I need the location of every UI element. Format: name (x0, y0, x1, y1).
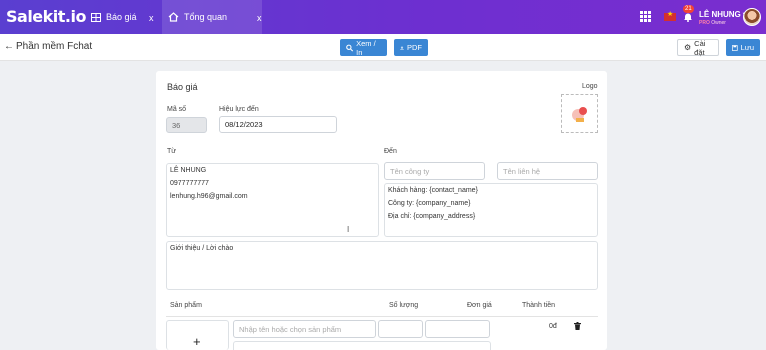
logo-upload[interactable] (561, 94, 598, 133)
quantity-input[interactable] (378, 320, 423, 338)
to-company-line: Công ty: {company_name} (388, 200, 471, 207)
top-navbar: Salekit.io Báo giá x Tổng quan x 21 LÊ N… (0, 0, 766, 34)
add-product-image-button[interactable]: + (166, 320, 229, 350)
save-button[interactable]: Lưu (726, 39, 760, 56)
gear-icon: ⚙ (684, 43, 692, 52)
tab-quote-close-icon[interactable]: x (149, 13, 154, 23)
bell-icon[interactable] (683, 12, 693, 22)
tab-quote-label: Báo giá (106, 12, 137, 22)
brand-logo[interactable]: Salekit.io (6, 7, 86, 26)
plus-icon: + (193, 334, 201, 349)
company-name-input[interactable]: Tên công ty (384, 162, 485, 180)
valid-until-label: Hiệu lực đến (219, 106, 259, 113)
table-icon (90, 12, 101, 23)
back-arrow-icon[interactable]: ← (4, 41, 14, 52)
table-divider (166, 316, 598, 317)
unit-price-input[interactable] (425, 320, 490, 338)
from-email: lenhung.h96@gmail.com (170, 193, 248, 200)
tab-overview-close-icon[interactable]: x (257, 13, 262, 23)
col-quantity: Số lượng (389, 302, 419, 309)
page-title: Phần mềm Fchat (16, 41, 93, 52)
valid-until-input[interactable]: 08/12/2023 (219, 116, 337, 133)
save-icon (732, 44, 738, 51)
search-icon (346, 44, 354, 51)
user-role: PRO Owner (699, 20, 726, 26)
code-field: 36 (166, 117, 207, 133)
apps-grid-icon[interactable] (640, 11, 651, 22)
from-phone: 0977777777 (170, 180, 209, 187)
intro-text: Giới thiệu / Lời chào (170, 245, 234, 252)
tab-overview-label: Tổng quan (184, 12, 228, 22)
pdf-button[interactable]: PDF (394, 39, 428, 56)
logo-image-icon (572, 107, 587, 122)
from-label: Từ (167, 148, 176, 155)
doc-heading: Báo giá (167, 82, 198, 92)
col-total: Thành tiền (522, 302, 556, 309)
logo-label: Logo (582, 83, 598, 90)
to-label: Đến (384, 148, 397, 155)
notification-badge: 21 (683, 5, 694, 13)
user-name[interactable]: LÊ NHUNG ▾ (699, 10, 747, 19)
product-search-input[interactable]: Nhập tên hoặc chọn sản phẩm (233, 320, 376, 338)
col-unit-price: Đơn giá (467, 302, 492, 309)
home-icon (168, 12, 179, 23)
tab-overview[interactable]: Tổng quan (162, 0, 262, 34)
to-contact-line: Khách hàng: {contact_name} (388, 187, 478, 194)
vietnam-flag-icon[interactable] (664, 10, 676, 21)
product-description-input[interactable] (233, 341, 491, 350)
text-cursor-icon: I (347, 225, 350, 234)
download-icon (400, 45, 404, 50)
to-address-line: Địa chỉ: {company_address} (388, 213, 476, 220)
contact-name-input[interactable]: Tên liên hệ (497, 162, 598, 180)
col-product: Sản phẩm (170, 302, 202, 309)
trash-icon[interactable] (574, 322, 581, 330)
row-total: 0đ (549, 323, 557, 330)
view-print-button[interactable]: Xem / In (340, 39, 387, 57)
code-label: Mã số (167, 106, 187, 113)
settings-button[interactable]: ⚙ Cài đặt (677, 39, 719, 57)
avatar[interactable] (743, 8, 761, 26)
from-name: LÊ NHUNG (170, 167, 207, 174)
